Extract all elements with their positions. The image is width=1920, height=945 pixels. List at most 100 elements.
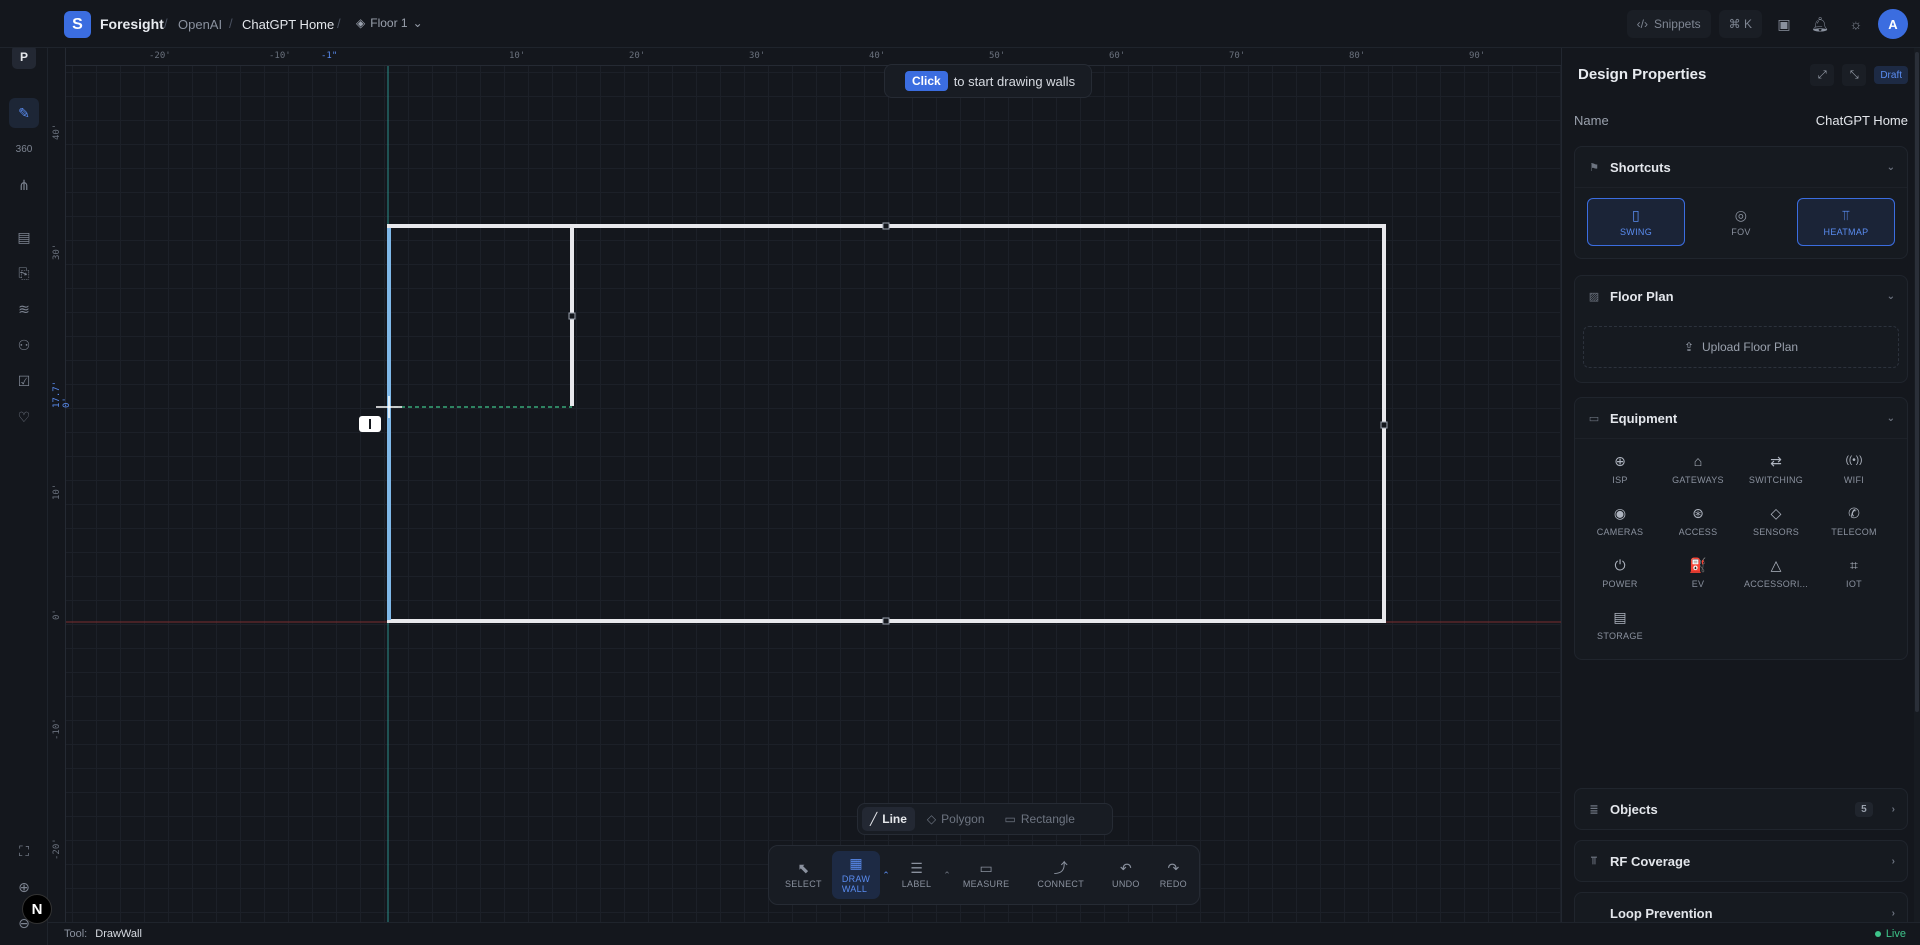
floor-plan-drawing[interactable]	[48, 48, 1561, 922]
breadcrumb-project[interactable]: ChatGPT Home	[242, 17, 334, 32]
storage-icon: ▤	[1613, 609, 1627, 625]
drawing-hint: Click to start drawing walls	[884, 64, 1093, 98]
expand-icon[interactable]: ⤢	[1810, 64, 1835, 86]
undo-button[interactable]: ↶ UNDO	[1102, 851, 1150, 899]
brand-name: Foresight	[100, 16, 164, 32]
upload-floor-plan-button[interactable]: ⇪ Upload Floor Plan	[1583, 326, 1899, 368]
equipment-telecom[interactable]: ✆ TELECOM	[1815, 505, 1893, 537]
equipment-switching[interactable]: ⇄ SWITCHING	[1737, 453, 1815, 485]
equipment-sensors[interactable]: ◇ SENSORS	[1737, 505, 1815, 537]
equipment-power[interactable]: ⏻ POWER	[1581, 557, 1659, 589]
topology-icon[interactable]: ⋔	[12, 173, 36, 197]
chevron-down-icon: ⌄	[1886, 161, 1895, 173]
redo-button[interactable]: ↷ REDO	[1150, 851, 1197, 899]
mode-polygon[interactable]: ◇ Polygon	[919, 807, 993, 831]
breadcrumb-org[interactable]: OpenAI	[178, 17, 222, 32]
fit-view-icon[interactable]: ⛶	[12, 839, 36, 863]
objects-header[interactable]: ≣ Objects 5 ›	[1575, 789, 1907, 829]
ruler-mark: 70'	[1229, 51, 1246, 61]
checklist-icon[interactable]: ☑	[12, 369, 36, 393]
team-icon[interactable]: ⚇	[12, 333, 36, 357]
chevron-right-icon: ›	[1891, 907, 1895, 919]
invoice-icon[interactable]: ▤	[12, 225, 36, 249]
tool-status-value: DrawWall	[95, 928, 142, 940]
shortcut-heatmap[interactable]: ⫪ HEATMAP	[1797, 198, 1895, 246]
avatar[interactable]: A	[1878, 9, 1908, 39]
clipboard-icon[interactable]: ▣	[1770, 10, 1798, 38]
snippets-button[interactable]: ‹/› Snippets	[1626, 10, 1711, 38]
loop-prevention-header[interactable]: Loop Prevention ›	[1575, 893, 1907, 922]
mode-rectangle[interactable]: ▭ Rectangle	[997, 807, 1083, 831]
connect-tool-button[interactable]: ⤴ CONNECT	[1027, 851, 1094, 899]
equipment-access[interactable]: ⊛ ACCESS	[1659, 505, 1737, 537]
line-icon: ╱	[870, 812, 878, 826]
loop-prevention-section: Loop Prevention ›	[1574, 892, 1908, 922]
select-tool-button[interactable]: ⬉ SELECT	[775, 851, 832, 899]
rf-coverage-header[interactable]: ⫪ RF Coverage ›	[1575, 841, 1907, 881]
collapse-icon[interactable]: ⤡	[1842, 64, 1867, 86]
equipment-cameras[interactable]: ◉ CAMERAS	[1581, 505, 1659, 537]
equipment-ev[interactable]: ⛽ EV	[1659, 557, 1737, 589]
floor-selector[interactable]: ◈ Floor 1 ⌄	[356, 16, 423, 30]
equipment-gateways[interactable]: ⌂ GATEWAYS	[1659, 453, 1737, 485]
camera-icon: ◎	[1734, 206, 1748, 223]
name-label: Name	[1574, 112, 1609, 128]
crosshair-cursor	[376, 396, 402, 418]
equipment-label: STORAGE	[1597, 631, 1643, 641]
equipment-wifi[interactable]: ((•)) WIFI	[1815, 453, 1893, 485]
shortcuts-header[interactable]: ⚑ Shortcuts ⌄	[1575, 147, 1907, 187]
chevron-up-icon[interactable]: ⌃	[882, 870, 890, 881]
floor-name: Floor 1	[370, 16, 408, 30]
equipment-iot[interactable]: ⌗ IOT	[1815, 557, 1893, 589]
scrollbar-thumb[interactable]	[1915, 52, 1919, 712]
diamond-icon: ◇	[1770, 505, 1782, 521]
chevron-up-icon[interactable]: ⌃	[943, 870, 951, 881]
chevron-right-icon: ›	[1891, 803, 1895, 815]
chevron-down-icon: ⌄	[1886, 412, 1895, 424]
equipment-isp[interactable]: ⊕ ISP	[1581, 453, 1659, 485]
sun-icon[interactable]: ☼	[1842, 10, 1870, 38]
name-value[interactable]: ChatGPT Home	[1816, 113, 1908, 128]
app-logo[interactable]: S	[64, 11, 91, 38]
shortcuts-section: ⚑ Shortcuts ⌄ ▯ SWING ◎ FOV ⫪ HEATMAP	[1574, 146, 1908, 259]
status-badge: Draft	[1874, 66, 1908, 84]
antenna-icon: ⫪	[1590, 854, 1598, 867]
equipment-icon: ▭	[1588, 412, 1600, 425]
code-icon: ‹/›	[1636, 17, 1648, 31]
draw-wall-tool-button[interactable]: ▦ DRAW WALL	[831, 851, 881, 899]
click-chip: Click	[905, 71, 948, 91]
equipment-grid: ⊕ ISP ⌂ GATEWAYS ⇄ SWITCHING ((•)) WIFI ◉ CAM…	[1575, 438, 1907, 659]
section-title: Loop Prevention	[1610, 905, 1713, 921]
equipment-accessories[interactable]: △ ACCESSORI...	[1737, 557, 1815, 589]
database-icon[interactable]: ≋	[12, 297, 36, 321]
breadcrumb-separator: /	[229, 16, 233, 31]
drawing-canvas[interactable]	[48, 48, 1561, 922]
pencil-icon[interactable]: ✎	[9, 98, 39, 128]
view-360-icon[interactable]: 360	[12, 137, 36, 161]
equipment-label: GATEWAYS	[1672, 475, 1724, 485]
panel-scrollbar[interactable]	[1914, 48, 1920, 922]
live-indicator: Live	[1874, 928, 1906, 940]
n-badge[interactable]: N	[22, 894, 52, 924]
section-title: RF Coverage	[1610, 853, 1691, 869]
top-actions: ‹/› Snippets ⌘ K ▣ 🔔︎ ☼ A	[1626, 9, 1908, 39]
equipment-storage[interactable]: ▤ STORAGE	[1581, 609, 1659, 641]
floor-plan-header[interactable]: ▨ Floor Plan ⌄	[1575, 276, 1907, 316]
quote-icon[interactable]: ⎘	[12, 261, 36, 285]
undo-icon: ↶	[1120, 860, 1132, 876]
measure-tool-button[interactable]: ▭ MEASURE	[953, 851, 1020, 899]
health-icon[interactable]: ♡	[12, 405, 36, 429]
bell-icon[interactable]: 🔔︎	[1806, 10, 1834, 38]
breadcrumb-separator: /	[337, 16, 341, 31]
command-palette-button[interactable]: ⌘ K	[1718, 10, 1762, 38]
section-title: Shortcuts	[1610, 159, 1671, 175]
label-tool-button[interactable]: ☰ LABEL	[892, 851, 942, 899]
live-label: Live	[1885, 928, 1906, 940]
chevron-down-icon: ⌄	[412, 16, 423, 30]
mode-line[interactable]: ╱ Line	[862, 807, 915, 831]
shortcut-swing[interactable]: ▯ SWING	[1587, 198, 1685, 246]
equipment-header[interactable]: ▭ Equipment ⌄	[1575, 398, 1907, 438]
project-badge[interactable]: P	[12, 45, 36, 69]
shortcut-fov[interactable]: ◎ FOV	[1692, 198, 1790, 246]
equipment-label: WIFI	[1843, 475, 1865, 485]
